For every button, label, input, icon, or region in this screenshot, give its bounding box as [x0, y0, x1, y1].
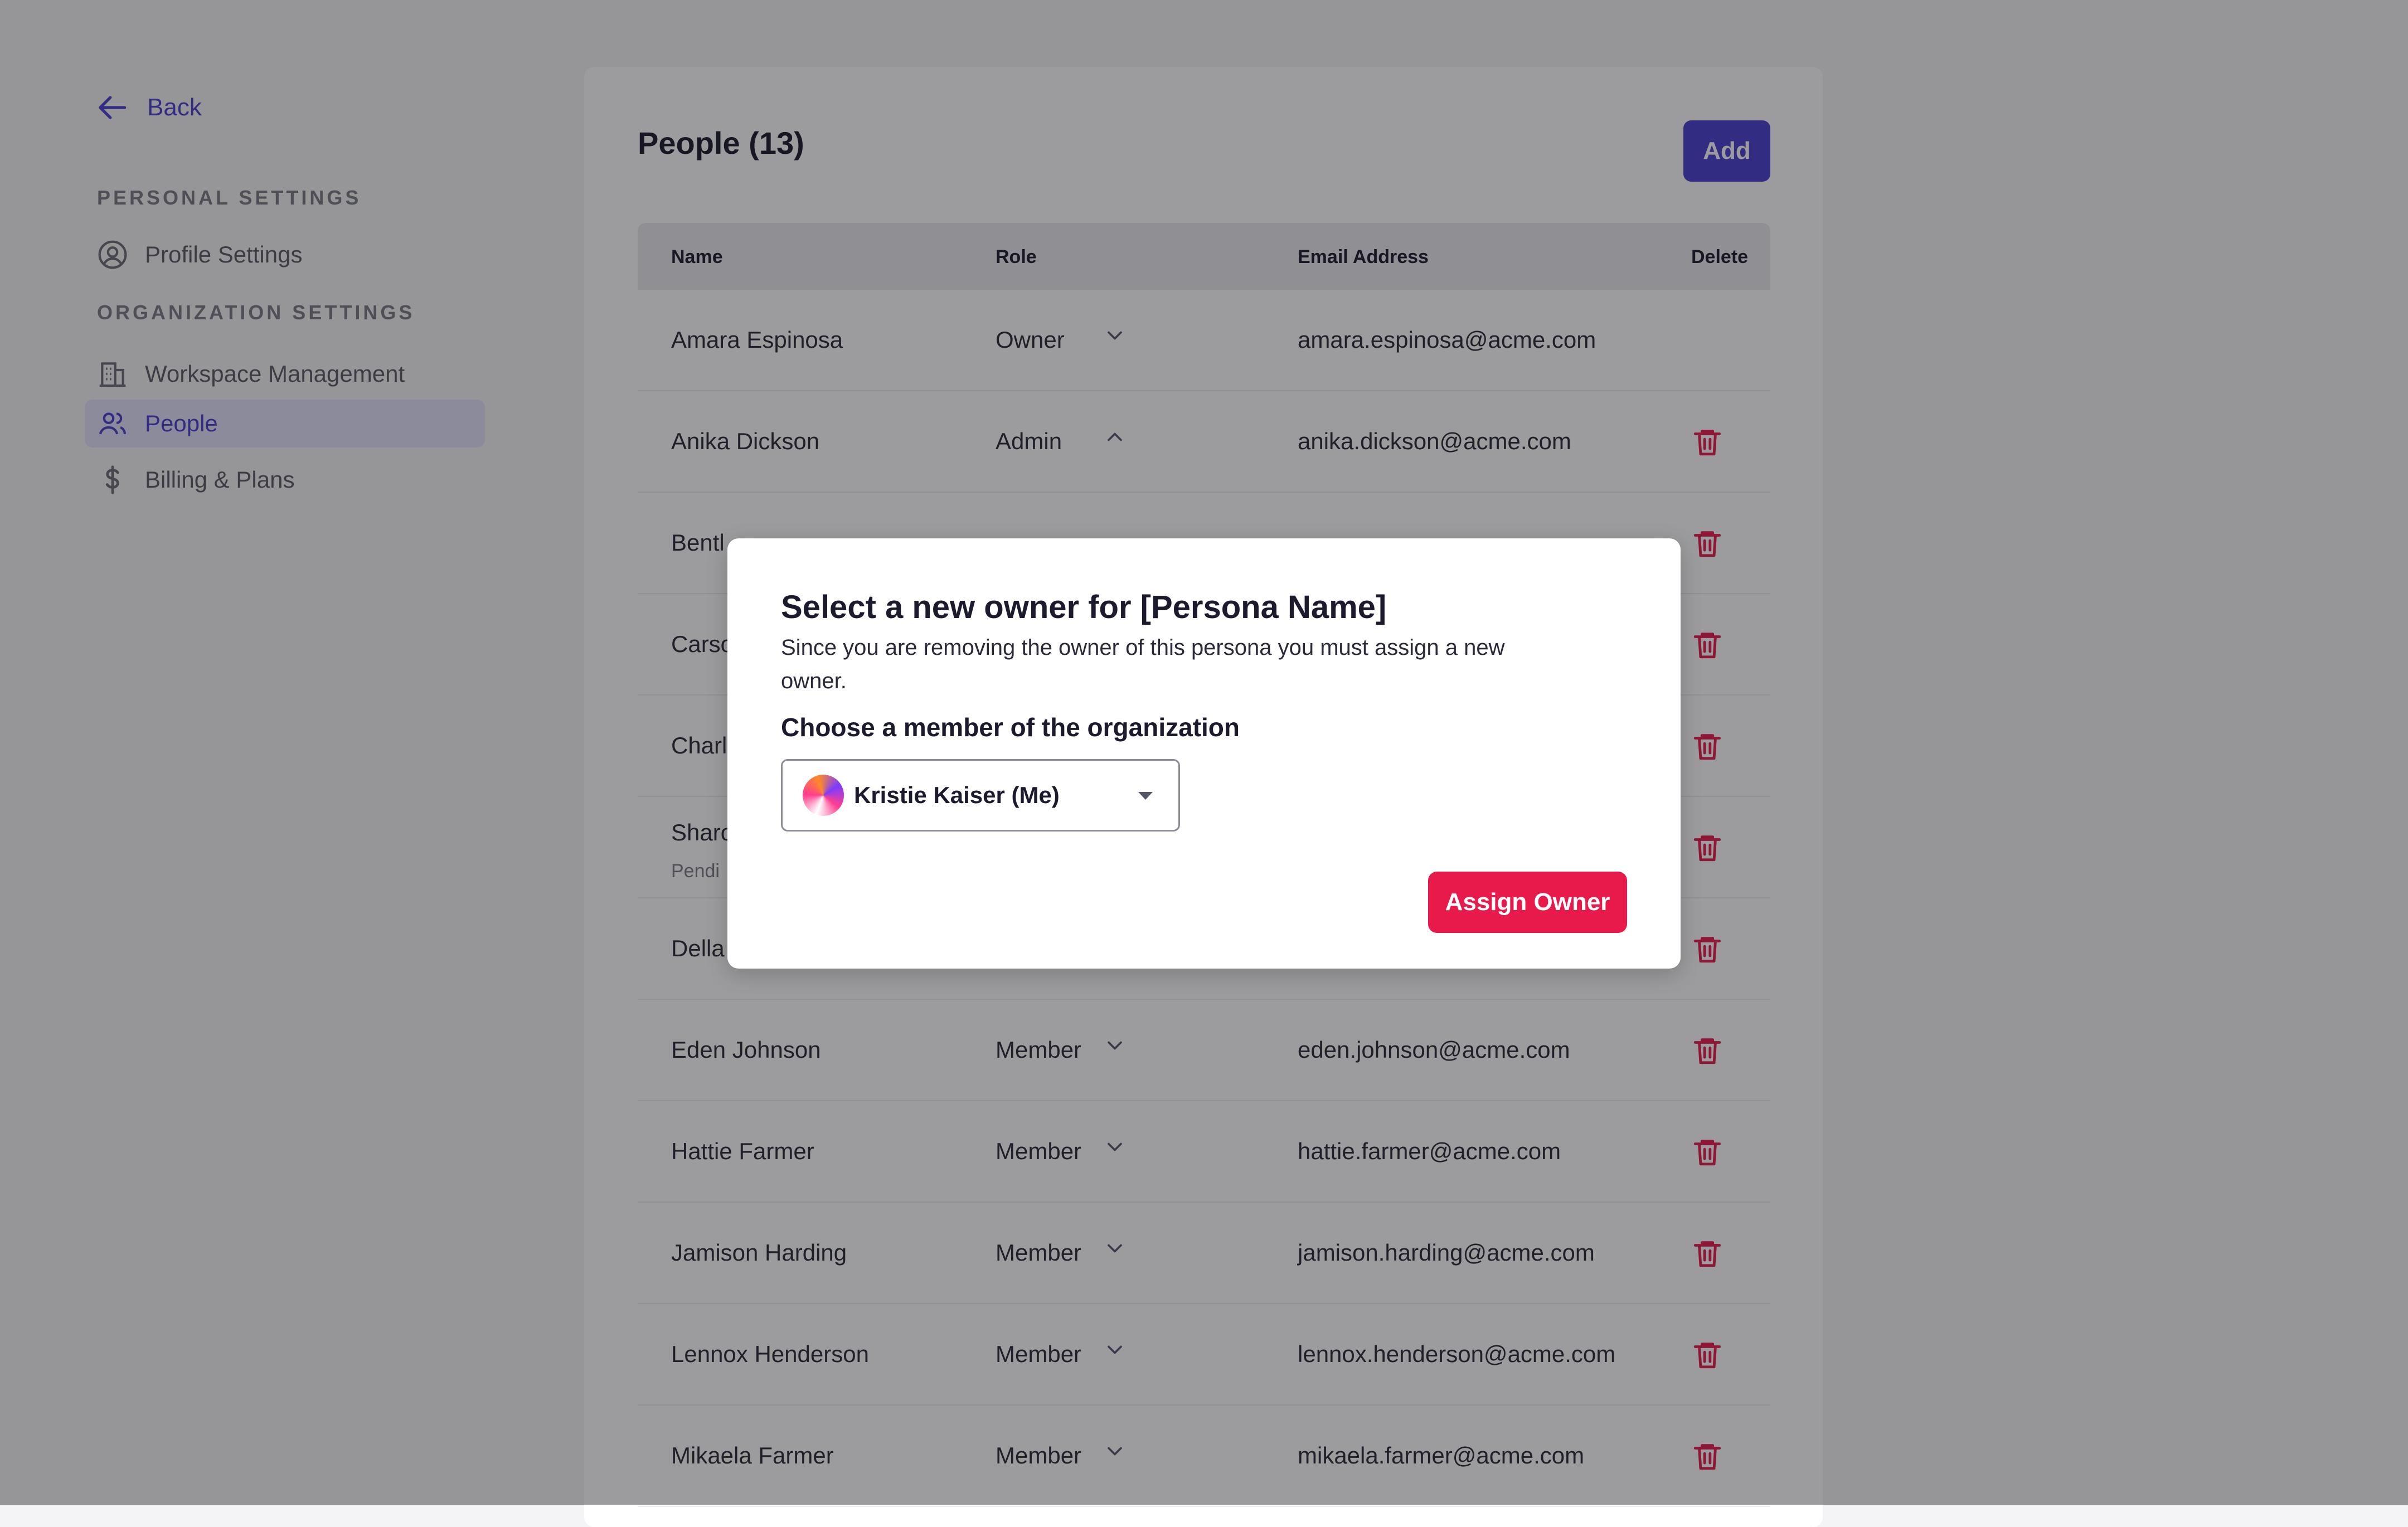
- assign-owner-button[interactable]: Assign Owner: [1428, 872, 1627, 933]
- selected-member: Kristie Kaiser (Me): [854, 782, 1060, 808]
- modal-title: Select a new owner for [Persona Name]: [781, 589, 1387, 625]
- member-select[interactable]: Kristie Kaiser (Me): [781, 759, 1180, 831]
- caret-down-icon: [1138, 792, 1153, 800]
- modal-description: Since you are removing the owner of this…: [781, 635, 1505, 693]
- member-select-label: Choose a member of the organization: [781, 713, 1240, 742]
- select-owner-modal: Select a new owner for [Persona Name] Si…: [727, 538, 1681, 969]
- avatar: [803, 775, 844, 816]
